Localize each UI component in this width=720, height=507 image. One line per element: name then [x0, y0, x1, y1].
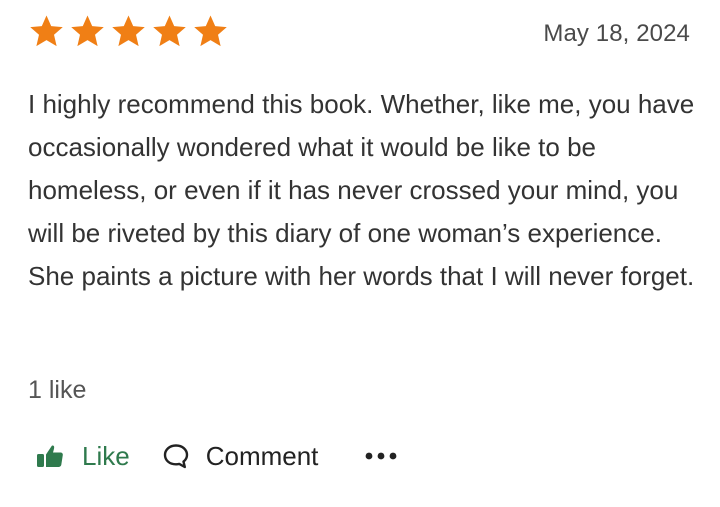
- comment-label: Comment: [205, 440, 319, 471]
- like-label: Like: [82, 440, 130, 471]
- ellipsis-icon: [366, 452, 397, 460]
- review-text: I highly recommend this book. Whether, l…: [28, 89, 695, 291]
- star-icon: [30, 15, 63, 47]
- star-icon: [112, 15, 145, 47]
- review-card: May 18, 2024 I highly recommend this boo…: [0, 0, 720, 507]
- speech-bubble-icon: [163, 444, 188, 469]
- thumbs-up-icon: [37, 445, 63, 467]
- star-icon: [71, 15, 104, 47]
- comment-button[interactable]: Comment: [162, 440, 319, 472]
- like-button[interactable]: Like: [36, 441, 130, 472]
- review-actions: Like Comment: [36, 436, 398, 476]
- more-options-button[interactable]: [364, 451, 398, 461]
- likes-count[interactable]: 1 like: [28, 376, 86, 405]
- star-icon: [153, 15, 186, 47]
- review-date: May 18, 2024: [543, 20, 690, 47]
- star-icon: [194, 15, 227, 47]
- star-rating: [28, 13, 229, 50]
